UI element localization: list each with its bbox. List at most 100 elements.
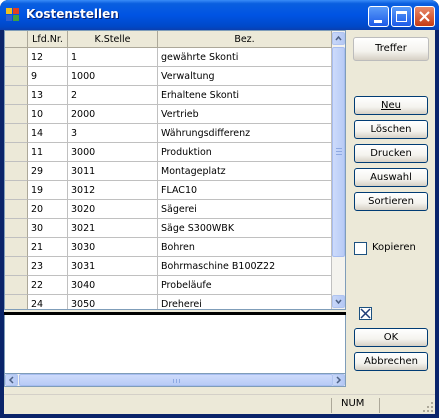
row-header[interactable]	[5, 143, 28, 162]
cell-bezeichnung[interactable]: Montageplatz	[158, 162, 332, 181]
table-row[interactable]: 21 3030 Bohren	[5, 238, 332, 257]
cell-bezeichnung[interactable]: Bohren	[158, 238, 332, 257]
kopieren-checkbox[interactable]	[354, 242, 367, 255]
close-button[interactable]	[414, 6, 435, 27]
table-row[interactable]: 23 3031 Bohrmaschine B100Z22	[5, 257, 332, 276]
cell-bezeichnung[interactable]: Dreherei	[158, 295, 332, 309]
loeschen-button[interactable]: Löschen	[354, 120, 428, 139]
cell-bezeichnung[interactable]: Säge S300WBK	[158, 219, 332, 238]
scroll-down-button[interactable]	[332, 295, 345, 308]
cell-bezeichnung[interactable]: Vertrieb	[158, 105, 332, 124]
cell-lfd-nr[interactable]: 21	[28, 238, 68, 257]
cell-bezeichnung[interactable]: Sägerei	[158, 200, 332, 219]
kopieren-label[interactable]: Kopieren	[372, 242, 416, 253]
table-row[interactable]: 9 1000 Verwaltung	[5, 67, 332, 86]
sortieren-button[interactable]: Sortieren	[354, 192, 428, 211]
cell-lfd-nr[interactable]: 13	[28, 86, 68, 105]
cell-k-stelle[interactable]: 3020	[68, 200, 158, 219]
table-row[interactable]: 22 3040 Probeläufe	[5, 276, 332, 295]
table-row[interactable]: 24 3050 Dreherei	[5, 295, 332, 309]
row-header[interactable]	[5, 219, 28, 238]
cell-k-stelle[interactable]: 3011	[68, 162, 158, 181]
title-bar[interactable]: Kostenstellen	[0, 0, 439, 30]
maximize-button[interactable]	[391, 6, 412, 27]
row-header[interactable]	[5, 181, 28, 200]
vertical-scroll-thumb[interactable]	[332, 47, 345, 257]
table-row[interactable]: 14 3 Währungsdifferenz	[5, 124, 332, 143]
drucken-button[interactable]: Drucken	[354, 144, 428, 163]
table-row[interactable]: 30 3021 Säge S300WBK	[5, 219, 332, 238]
scroll-right-button[interactable]	[332, 374, 345, 386]
cell-k-stelle[interactable]: 3040	[68, 276, 158, 295]
lower-grid-pane[interactable]	[4, 315, 346, 373]
header-corner[interactable]	[5, 31, 28, 48]
application-grid-icon[interactable]	[6, 8, 20, 22]
cell-k-stelle[interactable]: 3031	[68, 257, 158, 276]
cell-k-stelle[interactable]: 3012	[68, 181, 158, 200]
cell-k-stelle[interactable]: 3000	[68, 143, 158, 162]
cell-lfd-nr[interactable]: 19	[28, 181, 68, 200]
abbrechen-button[interactable]: Abbrechen	[354, 352, 428, 371]
ok-button[interactable]: OK	[354, 328, 428, 347]
row-header[interactable]	[5, 238, 28, 257]
row-header[interactable]	[5, 105, 28, 124]
table-row[interactable]: 12 1 gewährte Skonti	[5, 48, 332, 67]
scroll-up-button[interactable]	[332, 32, 345, 45]
row-header[interactable]	[5, 67, 28, 86]
close-checkbox[interactable]	[359, 307, 372, 320]
horizontal-scroll-thumb[interactable]	[19, 374, 333, 386]
cell-bezeichnung[interactable]: Verwaltung	[158, 67, 332, 86]
cell-lfd-nr[interactable]: 29	[28, 162, 68, 181]
minimize-button[interactable]	[368, 6, 389, 27]
cell-lfd-nr[interactable]: 20	[28, 200, 68, 219]
cell-lfd-nr[interactable]: 30	[28, 219, 68, 238]
cell-bezeichnung[interactable]: Probeläufe	[158, 276, 332, 295]
table-row[interactable]: 10 2000 Vertrieb	[5, 105, 332, 124]
cell-k-stelle[interactable]: 2	[68, 86, 158, 105]
row-header[interactable]	[5, 257, 28, 276]
cell-k-stelle[interactable]: 1	[68, 48, 158, 67]
cell-k-stelle[interactable]: 3050	[68, 295, 158, 309]
cell-bezeichnung[interactable]: Bohrmaschine B100Z22	[158, 257, 332, 276]
cell-k-stelle[interactable]: 3030	[68, 238, 158, 257]
cell-bezeichnung[interactable]: FLAC10	[158, 181, 332, 200]
cell-lfd-nr[interactable]: 23	[28, 257, 68, 276]
cell-lfd-nr[interactable]: 24	[28, 295, 68, 309]
column-header-lfd[interactable]: Lfd.Nr.	[28, 31, 68, 48]
resize-grip-icon[interactable]	[422, 401, 434, 413]
cell-bezeichnung[interactable]: Produktion	[158, 143, 332, 162]
row-header[interactable]	[5, 86, 28, 105]
table-row[interactable]: 13 2 Erhaltene Skonti	[5, 86, 332, 105]
column-header-bez[interactable]: Bez.	[158, 31, 332, 48]
kostenstellen-grid[interactable]: Lfd.Nr. K.Stelle Bez. 12 1 gewährte Skonti…	[4, 30, 346, 310]
cell-k-stelle[interactable]: 3021	[68, 219, 158, 238]
cell-bezeichnung[interactable]: Erhaltene Skonti	[158, 86, 332, 105]
horizontal-scrollbar[interactable]	[4, 373, 346, 387]
table-row[interactable]: 29 3011 Montageplatz	[5, 162, 332, 181]
cell-k-stelle[interactable]: 3	[68, 124, 158, 143]
cell-bezeichnung[interactable]: gewährte Skonti	[158, 48, 332, 67]
row-header[interactable]	[5, 200, 28, 219]
table-row[interactable]: 20 3020 Sägerei	[5, 200, 332, 219]
cell-bezeichnung[interactable]: Währungsdifferenz	[158, 124, 332, 143]
column-header-kstelle[interactable]: K.Stelle	[68, 31, 158, 48]
vertical-scrollbar[interactable]	[332, 31, 345, 309]
cell-lfd-nr[interactable]: 10	[28, 105, 68, 124]
row-header[interactable]	[5, 48, 28, 67]
cell-lfd-nr[interactable]: 9	[28, 67, 68, 86]
cell-lfd-nr[interactable]: 12	[28, 48, 68, 67]
cell-k-stelle[interactable]: 1000	[68, 67, 158, 86]
table-row[interactable]: 11 3000 Produktion	[5, 143, 332, 162]
cell-k-stelle[interactable]: 2000	[68, 105, 158, 124]
row-header[interactable]	[5, 295, 28, 309]
cell-lfd-nr[interactable]: 22	[28, 276, 68, 295]
cell-lfd-nr[interactable]: 11	[28, 143, 68, 162]
row-header[interactable]	[5, 162, 28, 181]
row-header[interactable]	[5, 124, 28, 143]
table-row[interactable]: 19 3012 FLAC10	[5, 181, 332, 200]
row-header[interactable]	[5, 276, 28, 295]
scroll-left-button[interactable]	[5, 374, 18, 386]
neu-button[interactable]: Neu	[354, 96, 428, 115]
treffer-button[interactable]: Treffer	[353, 37, 429, 61]
cell-lfd-nr[interactable]: 14	[28, 124, 68, 143]
